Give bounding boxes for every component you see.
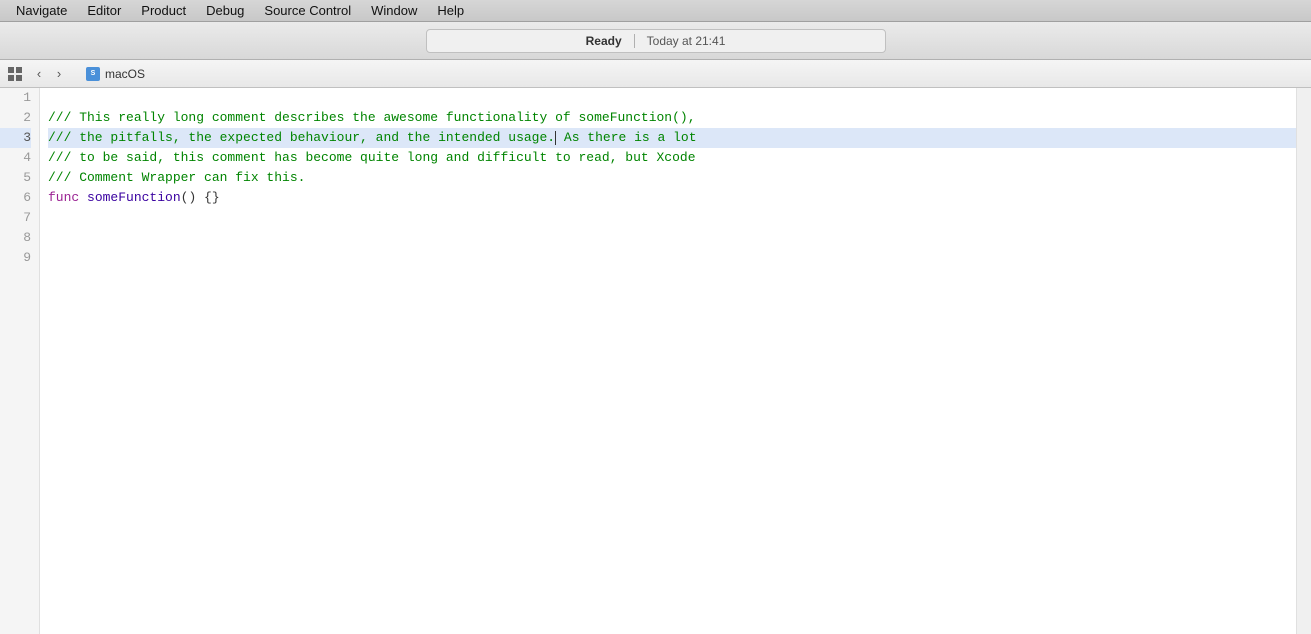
toolbar: Ready Today at 21:41 xyxy=(0,22,1311,60)
menu-bar: NavigateEditorProductDebugSource Control… xyxy=(0,0,1311,22)
back-button[interactable]: ‹ xyxy=(30,65,48,83)
status-bar: Ready Today at 21:41 xyxy=(426,29,886,53)
code-line-8 xyxy=(48,228,1296,248)
menu-item-product[interactable]: Product xyxy=(133,1,194,20)
status-time-label: Today at 21:41 xyxy=(647,34,726,48)
grid-icon[interactable] xyxy=(6,65,24,83)
line-number-4: 4 xyxy=(0,148,31,168)
line-number-7: 7 xyxy=(0,208,31,228)
menu-item-window[interactable]: Window xyxy=(363,1,425,20)
menu-item-help[interactable]: Help xyxy=(429,1,472,20)
menu-item-debug[interactable]: Debug xyxy=(198,1,252,20)
status-ready-label: Ready xyxy=(586,34,622,48)
forward-button[interactable]: › xyxy=(50,65,68,83)
line-number-6: 6 xyxy=(0,188,31,208)
status-divider xyxy=(634,34,635,48)
scrollbar-area[interactable] xyxy=(1296,88,1311,634)
line-number-5: 5 xyxy=(0,168,31,188)
menu-item-navigate[interactable]: Navigate xyxy=(8,1,75,20)
code-line-4: /// to be said, this comment has become … xyxy=(48,148,1296,168)
code-line-2: /// This really long comment describes t… xyxy=(48,108,1296,128)
code-area[interactable]: /// This really long comment describes t… xyxy=(40,88,1296,634)
code-line-6: func someFunction() {} xyxy=(48,188,1296,208)
line-number-3: 3 xyxy=(0,128,31,148)
file-icon: S xyxy=(86,67,100,81)
menu-item-editor[interactable]: Editor xyxy=(79,1,129,20)
line-number-9: 9 xyxy=(0,248,31,268)
line-number-1: 1 xyxy=(0,88,31,108)
menu-item-source-control[interactable]: Source Control xyxy=(256,1,359,20)
code-line-7 xyxy=(48,208,1296,228)
code-line-3: /// the pitfalls, the expected behaviour… xyxy=(48,128,1296,148)
file-tab-label: macOS xyxy=(105,67,145,81)
editor-container: 123456789 /// This really long comment d… xyxy=(0,88,1311,634)
code-line-1 xyxy=(48,88,1296,108)
tab-bar: ‹ › S macOS xyxy=(0,60,1311,88)
code-line-9 xyxy=(48,248,1296,268)
nav-buttons: ‹ › xyxy=(30,65,68,83)
file-tab[interactable]: S macOS xyxy=(76,65,155,83)
line-number-2: 2 xyxy=(0,108,31,128)
code-line-5: /// Comment Wrapper can fix this. xyxy=(48,168,1296,188)
line-number-8: 8 xyxy=(0,228,31,248)
line-numbers: 123456789 xyxy=(0,88,40,634)
